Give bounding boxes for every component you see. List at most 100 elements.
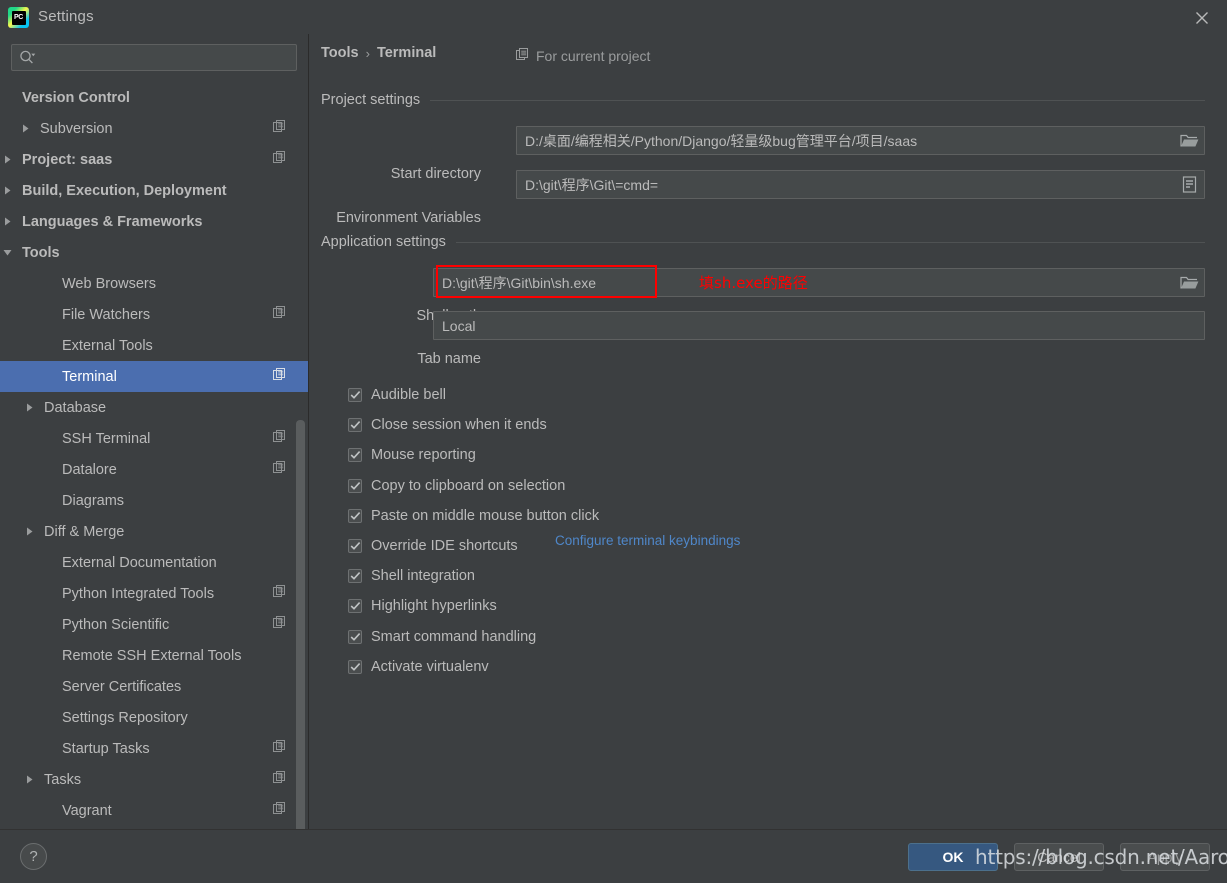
checkmark-icon[interactable]: [348, 508, 362, 523]
sidebar-item-subversion[interactable]: Subversion: [0, 113, 308, 144]
environment-variables-field[interactable]: D:\git\程序\Git\=cmd=: [516, 170, 1205, 199]
checkmark-icon[interactable]: [348, 629, 362, 644]
sidebar-item-label: Database: [44, 399, 107, 416]
tab-name-value: Local: [442, 317, 476, 334]
checkbox-close-session-when-it-ends[interactable]: Close session when it ends: [348, 417, 547, 433]
sidebar-item-label: Server Certificates: [62, 678, 182, 695]
tab-name-field[interactable]: Local: [433, 311, 1205, 340]
sidebar-item-tools[interactable]: Tools: [0, 237, 308, 268]
shell-path-field[interactable]: D:\git\程序\Git\bin\sh.exe: [433, 268, 1205, 297]
apply-button[interactable]: Apply: [1120, 843, 1210, 871]
dialog-footer: ? OK Cancel Apply: [0, 829, 1227, 883]
sidebar-item-diagrams[interactable]: Diagrams: [0, 485, 308, 516]
cancel-button[interactable]: Cancel: [1014, 843, 1104, 871]
sidebar-item-remote-ssh-external-tools[interactable]: Remote SSH External Tools: [0, 640, 308, 671]
pycharm-logo-icon: PC: [8, 7, 29, 28]
checkbox-label: Audible bell: [371, 387, 446, 403]
sidebar-item-file-watchers[interactable]: File Watchers: [0, 299, 308, 330]
chevron-right-icon[interactable]: [0, 215, 14, 229]
configure-keybindings-link[interactable]: Configure terminal keybindings: [555, 533, 740, 548]
list-edit-icon[interactable]: [1174, 176, 1204, 193]
checkmark-icon[interactable]: [348, 569, 362, 584]
search-field[interactable]: [11, 44, 297, 71]
sidebar-item-label: Subversion: [40, 120, 113, 137]
sidebar-item-external-tools[interactable]: External Tools: [0, 330, 308, 361]
breadcrumb: Tools › Terminal: [321, 45, 436, 61]
settings-sidebar: Version Control Subversion Project: saas Bu…: [0, 34, 308, 860]
checkbox-audible-bell[interactable]: Audible bell: [348, 387, 446, 403]
sidebar-item-terminal[interactable]: Terminal: [0, 361, 308, 392]
project-settings-heading-text: Project settings: [321, 92, 421, 108]
chevron-right-icon[interactable]: [18, 122, 32, 136]
chevron-right-icon[interactable]: [0, 184, 14, 198]
chevron-right-icon[interactable]: [22, 773, 36, 787]
checkbox-highlight-hyperlinks[interactable]: Highlight hyperlinks: [348, 598, 497, 614]
checkbox-mouse-reporting[interactable]: Mouse reporting: [348, 447, 476, 463]
checkbox-activate-virtualenv[interactable]: Activate virtualenv: [348, 659, 489, 675]
sidebar-item-python-integrated-tools[interactable]: Python Integrated Tools: [0, 578, 308, 609]
sidebar-item-version-control[interactable]: Version Control: [0, 82, 308, 113]
sidebar-item-database[interactable]: Database: [0, 392, 308, 423]
breadcrumb-parent[interactable]: Tools: [321, 45, 359, 61]
sidebar-item-datalore[interactable]: Datalore: [0, 454, 308, 485]
checkmark-icon[interactable]: [348, 659, 362, 674]
annotation-text: 填sh.exe的路径: [699, 274, 808, 292]
checkbox-label: Copy to clipboard on selection: [371, 477, 566, 494]
sidebar-item-build-execution-deployment[interactable]: Build, Execution, Deployment: [0, 175, 308, 206]
search-icon: [19, 50, 36, 65]
folder-icon[interactable]: [1174, 275, 1204, 290]
checkmark-icon[interactable]: [348, 539, 362, 553]
checkbox-paste-on-middle-mouse-button-click[interactable]: Paste on middle mouse button click: [348, 508, 599, 524]
application-settings-heading: Application settings: [321, 234, 1205, 250]
pycharm-logo-text: PC: [11, 10, 26, 25]
environment-variables-value: D:\git\程序\Git\=cmd=: [525, 176, 659, 193]
sidebar-item-startup-tasks[interactable]: Startup Tasks: [0, 733, 308, 764]
sidebar-item-label: Version Control: [22, 89, 130, 106]
checkmark-icon[interactable]: [348, 478, 362, 493]
checkmark-icon[interactable]: [348, 599, 362, 614]
sidebar-item-project-saas[interactable]: Project: saas: [0, 144, 308, 175]
sidebar-item-vagrant[interactable]: Vagrant: [0, 795, 308, 826]
checkbox-label: Override IDE shortcuts: [371, 538, 518, 554]
checkmark-icon[interactable]: [348, 388, 362, 402]
sidebar-item-web-browsers[interactable]: Web Browsers: [0, 268, 308, 299]
copy-badge-icon: [273, 615, 286, 634]
sidebar-item-languages-frameworks[interactable]: Languages & Frameworks: [0, 206, 308, 237]
sidebar-item-python-scientific[interactable]: Python Scientific: [0, 609, 308, 640]
sidebar-item-server-certificates[interactable]: Server Certificates: [0, 671, 308, 702]
settings-tree[interactable]: Version Control Subversion Project: saas Bu…: [0, 82, 308, 862]
checkmark-icon[interactable]: [348, 418, 362, 433]
vertical-scrollbar[interactable]: [296, 420, 305, 860]
checkbox-label: Activate virtualenv: [371, 658, 489, 675]
close-icon[interactable]: [1191, 7, 1213, 29]
start-directory-value: D:/桌面/编程相关/Python/Django/轻量级bug管理平台/项目/s…: [525, 132, 918, 149]
checkbox-shell-integration[interactable]: Shell integration: [348, 568, 475, 584]
copy-badge-icon: [273, 801, 286, 820]
checkbox-label: Shell integration: [371, 568, 475, 585]
checkbox-label: Paste on middle mouse button click: [371, 507, 600, 524]
sidebar-item-label: External Documentation: [62, 554, 217, 571]
settings-content: Tools › Terminal For current project Pro…: [309, 34, 1227, 829]
search-input[interactable]: [36, 50, 296, 65]
sidebar-item-ssh-terminal[interactable]: SSH Terminal: [0, 423, 308, 454]
checkbox-override-ide-shortcuts[interactable]: Override IDE shortcuts: [348, 538, 518, 554]
sidebar-item-diff-merge[interactable]: Diff & Merge: [0, 516, 308, 547]
ok-button[interactable]: OK: [908, 843, 998, 871]
checkbox-copy-to-clipboard-on-selection[interactable]: Copy to clipboard on selection: [348, 478, 565, 494]
checkbox-smart-command-handling[interactable]: Smart command handling: [348, 629, 536, 645]
section-rule: [430, 99, 1205, 101]
checkmark-icon[interactable]: [348, 448, 362, 463]
copy-badge-icon: [273, 584, 286, 603]
chevron-right-icon[interactable]: [22, 401, 36, 415]
help-button[interactable]: ?: [20, 843, 47, 870]
folder-icon[interactable]: [1174, 133, 1204, 148]
chevron-right-icon[interactable]: [22, 525, 36, 539]
sidebar-item-tasks[interactable]: Tasks: [0, 764, 308, 795]
chevron-right-icon[interactable]: [0, 153, 14, 167]
sidebar-item-settings-repository[interactable]: Settings Repository: [0, 702, 308, 733]
sidebar-item-external-documentation[interactable]: External Documentation: [0, 547, 308, 578]
chevron-down-icon[interactable]: [0, 246, 14, 260]
checkbox-label: Close session when it ends: [371, 417, 547, 434]
start-directory-field[interactable]: D:/桌面/编程相关/Python/Django/轻量级bug管理平台/项目/s…: [516, 126, 1205, 155]
start-directory-label: Start directory: [390, 166, 481, 182]
